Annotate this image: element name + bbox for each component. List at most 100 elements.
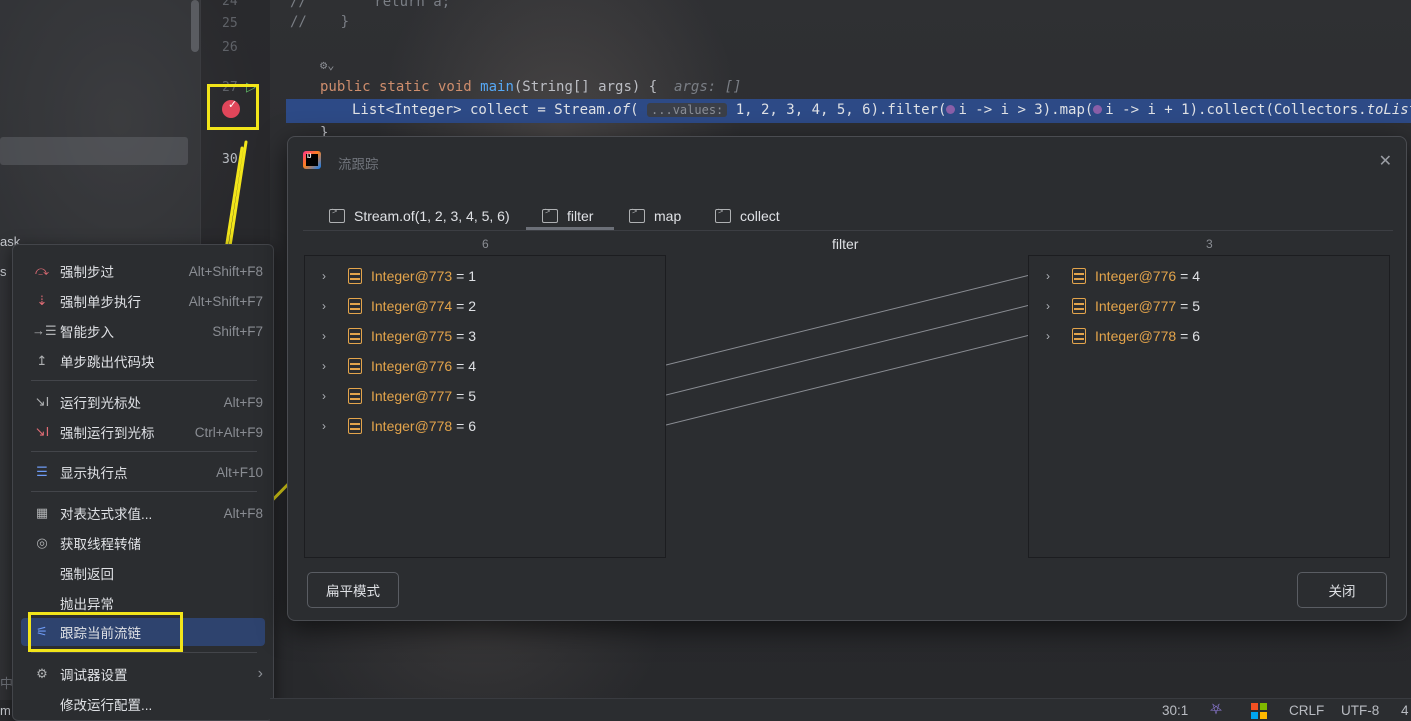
object-value: = 3 xyxy=(456,328,477,344)
list-item[interactable]: › Integer@777 = 5 xyxy=(305,381,476,411)
menu-item-force-step-into[interactable]: ⇣ 强制单步执行 Alt+Shift+F7 xyxy=(21,287,265,315)
tab-stream-of[interactable]: Stream.of(1, 2, 3, 4, 5, 6) xyxy=(329,203,510,229)
menu-item-show-execution-point[interactable]: ☰ 显示执行点 Alt+F10 xyxy=(21,458,265,486)
object-name: Integer@776 xyxy=(371,358,453,374)
status-indent[interactable]: 4 xyxy=(1401,703,1409,718)
menu-item-shortcut: Ctrl+Alt+F9 xyxy=(194,424,263,440)
force-run-to-cursor-icon: ↘I xyxy=(34,424,50,439)
mapping-line xyxy=(666,274,1030,366)
menu-item-modify-run-config[interactable]: 修改运行配置... xyxy=(21,690,265,718)
object-name: Integer@777 xyxy=(1095,298,1177,314)
left-values-list[interactable]: › Integer@773 = 1 › Integer@774 = 2 › Integer… xyxy=(304,255,666,558)
intellij-logo-icon: IJ xyxy=(303,151,321,169)
menu-item-step-out-block[interactable]: ↥ 单步跳出代码块 xyxy=(21,347,265,375)
object-name: Integer@777 xyxy=(371,388,453,404)
mapping-line xyxy=(666,334,1030,426)
submenu-chevron-icon: › xyxy=(257,665,263,682)
object-value: = 5 xyxy=(456,388,477,404)
list-item[interactable]: › Integer@776 = 4 xyxy=(305,351,476,381)
tab-map[interactable]: map xyxy=(629,203,681,229)
menu-item-force-run-to-cursor[interactable]: ↘I 强制运行到光标 Ctrl+Alt+F9 xyxy=(21,418,265,446)
object-name: Integer@778 xyxy=(1095,328,1177,344)
menu-item-label: 强制步过 xyxy=(60,265,114,280)
tab-filter[interactable]: filter xyxy=(542,203,593,229)
show-execution-point-icon: ☰ xyxy=(36,464,48,479)
flat-mode-button[interactable]: 扁平模式 xyxy=(307,572,399,608)
menu-item-label: 运行到光标处 xyxy=(60,396,141,411)
menu-item-label: 抛出异常 xyxy=(60,597,114,612)
tab-label: filter xyxy=(567,208,594,224)
mapping-lines xyxy=(666,274,1030,426)
object-icon xyxy=(348,298,362,314)
annotation-box-trace-stream xyxy=(28,612,183,652)
right-values-list[interactable]: › Integer@776 = 4 › Integer@777 = 5 › Integer… xyxy=(1028,255,1390,558)
step-out-block-icon: ↥ xyxy=(36,353,48,368)
menu-item-thread-dump[interactable]: ◎ 获取线程转储 xyxy=(21,529,265,557)
menu-item-label: 对表达式求值... xyxy=(60,507,153,522)
dialog-title: 流跟踪 xyxy=(338,157,379,172)
object-value: = 5 xyxy=(1180,298,1201,314)
menu-item-label: 智能步入 xyxy=(60,325,114,340)
expand-chevron-icon[interactable]: › xyxy=(322,389,336,403)
menu-item-shortcut: Alt+F10 xyxy=(216,464,263,480)
list-item[interactable]: › Integer@775 = 3 xyxy=(305,321,476,351)
menu-separator xyxy=(31,451,257,452)
stream-trace-dialog: IJ 流跟踪 ✕ Stream.of(1, 2, 3, 4, 5, 6) fil… xyxy=(287,136,1407,621)
menu-item-force-return[interactable]: 强制返回 xyxy=(21,559,265,587)
expand-chevron-icon[interactable]: › xyxy=(1046,329,1060,343)
status-caret-position[interactable]: 30:1 xyxy=(1162,703,1188,718)
list-item[interactable]: › Integer@778 = 6 xyxy=(305,411,476,441)
menu-item-debugger-settings[interactable]: ⚙ 调试器设置 › xyxy=(21,660,265,688)
expand-chevron-icon[interactable]: › xyxy=(322,329,336,343)
status-plugin-icon[interactable]: ⛧ xyxy=(1210,701,1222,718)
expand-chevron-icon[interactable]: › xyxy=(1046,269,1060,283)
object-icon xyxy=(348,418,362,434)
object-icon xyxy=(348,358,362,374)
tabs-separator xyxy=(303,230,1393,231)
expand-chevron-icon[interactable]: › xyxy=(1046,299,1060,313)
tab-label: Stream.of(1, 2, 3, 4, 5, 6) xyxy=(354,208,510,224)
right-column-count: 3 xyxy=(1206,237,1213,251)
list-item[interactable]: › Integer@773 = 1 xyxy=(305,261,476,291)
force-step-over-icon: ⤼ xyxy=(35,263,49,278)
status-encoding[interactable]: UTF-8 xyxy=(1341,703,1379,718)
list-item[interactable]: › Integer@778 = 6 xyxy=(1029,321,1200,351)
object-value: = 4 xyxy=(456,358,477,374)
windows-logo-icon xyxy=(1251,703,1267,719)
debugger-settings-icon: ⚙ xyxy=(36,666,48,681)
object-icon xyxy=(1072,268,1086,284)
status-bar xyxy=(270,698,1411,721)
menu-item-smart-step-into[interactable]: →☰ 智能步入 Shift+F7 xyxy=(21,317,265,345)
object-name: Integer@778 xyxy=(371,418,453,434)
menu-item-shortcut: Alt+Shift+F8 xyxy=(188,263,263,279)
object-value: = 2 xyxy=(456,298,477,314)
terminal-icon xyxy=(329,206,345,223)
menu-item-evaluate-expression[interactable]: ▦ 对表达式求值... Alt+F8 xyxy=(21,499,265,527)
left-column-count: 6 xyxy=(482,237,489,251)
menu-item-label: 单步跳出代码块 xyxy=(60,355,155,370)
list-item[interactable]: › Integer@776 = 4 xyxy=(1029,261,1200,291)
menu-item-shortcut: Alt+F9 xyxy=(223,394,263,410)
menu-item-shortcut: Shift+F7 xyxy=(212,323,263,339)
expand-chevron-icon[interactable]: › xyxy=(322,299,336,313)
terminal-icon xyxy=(542,206,558,223)
force-step-into-icon: ⇣ xyxy=(36,293,48,308)
expand-chevron-icon[interactable]: › xyxy=(322,359,336,373)
menu-item-force-step-over[interactable]: ⤼ 强制步过 Alt+Shift+F8 xyxy=(21,257,265,285)
close-icon[interactable]: ✕ xyxy=(1379,151,1392,171)
evaluate-expression-icon: ▦ xyxy=(35,505,49,520)
tab-label: collect xyxy=(740,208,780,224)
object-value: = 6 xyxy=(456,418,477,434)
list-item[interactable]: › Integer@774 = 2 xyxy=(305,291,476,321)
list-item[interactable]: › Integer@777 = 5 xyxy=(1029,291,1200,321)
expand-chevron-icon[interactable]: › xyxy=(322,269,336,283)
status-line-ending[interactable]: CRLF xyxy=(1289,703,1324,718)
tab-collect[interactable]: collect xyxy=(715,203,780,229)
menu-item-run-to-cursor[interactable]: ↘I 运行到光标处 Alt+F9 xyxy=(21,388,265,416)
object-name: Integer@775 xyxy=(371,328,453,344)
menu-item-shortcut: Alt+F8 xyxy=(223,505,263,521)
object-name: Integer@774 xyxy=(371,298,453,314)
close-button[interactable]: 关闭 xyxy=(1297,572,1387,608)
menu-separator xyxy=(31,380,257,381)
expand-chevron-icon[interactable]: › xyxy=(322,419,336,433)
